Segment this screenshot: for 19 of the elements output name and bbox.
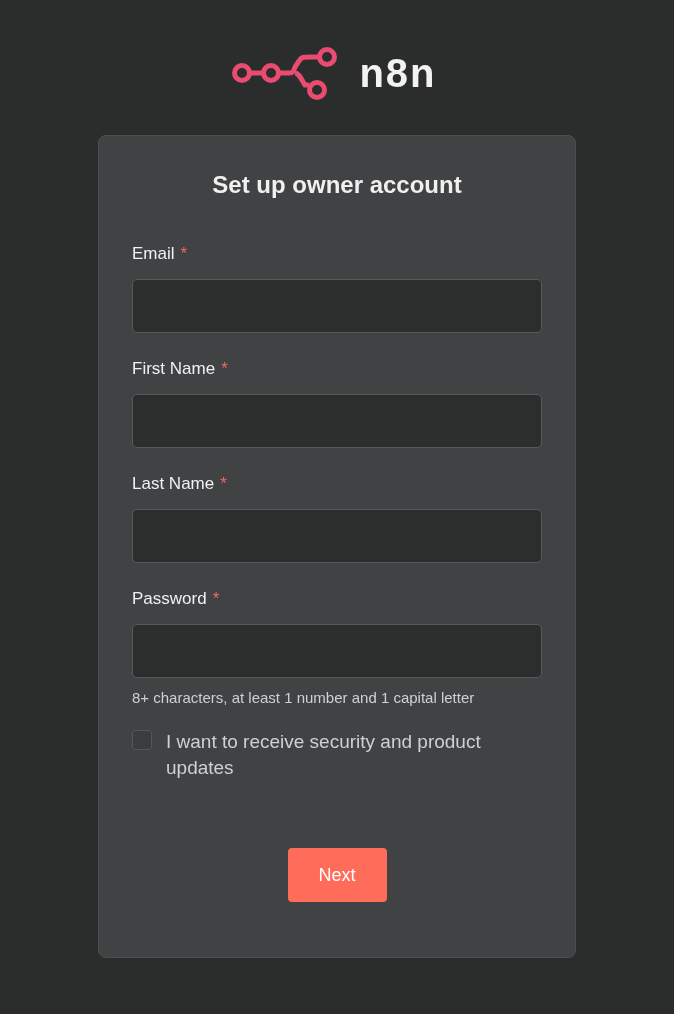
- field-label: Password: [132, 588, 207, 610]
- logo-icon: [231, 44, 340, 103]
- required-mark: *: [180, 243, 188, 265]
- input-field[interactable]: [132, 624, 542, 678]
- password-hint: 8+ characters, at least 1 number and 1 capital letter: [132, 689, 476, 707]
- required-mark: *: [221, 358, 228, 380]
- form-title: Set up owner account: [211, 170, 463, 200]
- logo-wordmark: n8n: [359, 51, 437, 96]
- required-mark: *: [212, 588, 220, 610]
- checkbox[interactable]: [132, 730, 152, 750]
- field-label: Email: [132, 243, 175, 265]
- required-mark: *: [220, 473, 227, 495]
- input-field[interactable]: [132, 279, 542, 333]
- input-field[interactable]: [132, 509, 542, 563]
- input-field[interactable]: [132, 394, 542, 448]
- field-label: First Name: [132, 358, 216, 380]
- checkbox-label: I want to receive security and product updates: [166, 730, 482, 780]
- next-button[interactable]: Next: [287, 848, 387, 902]
- field-label: Last Name: [132, 473, 215, 495]
